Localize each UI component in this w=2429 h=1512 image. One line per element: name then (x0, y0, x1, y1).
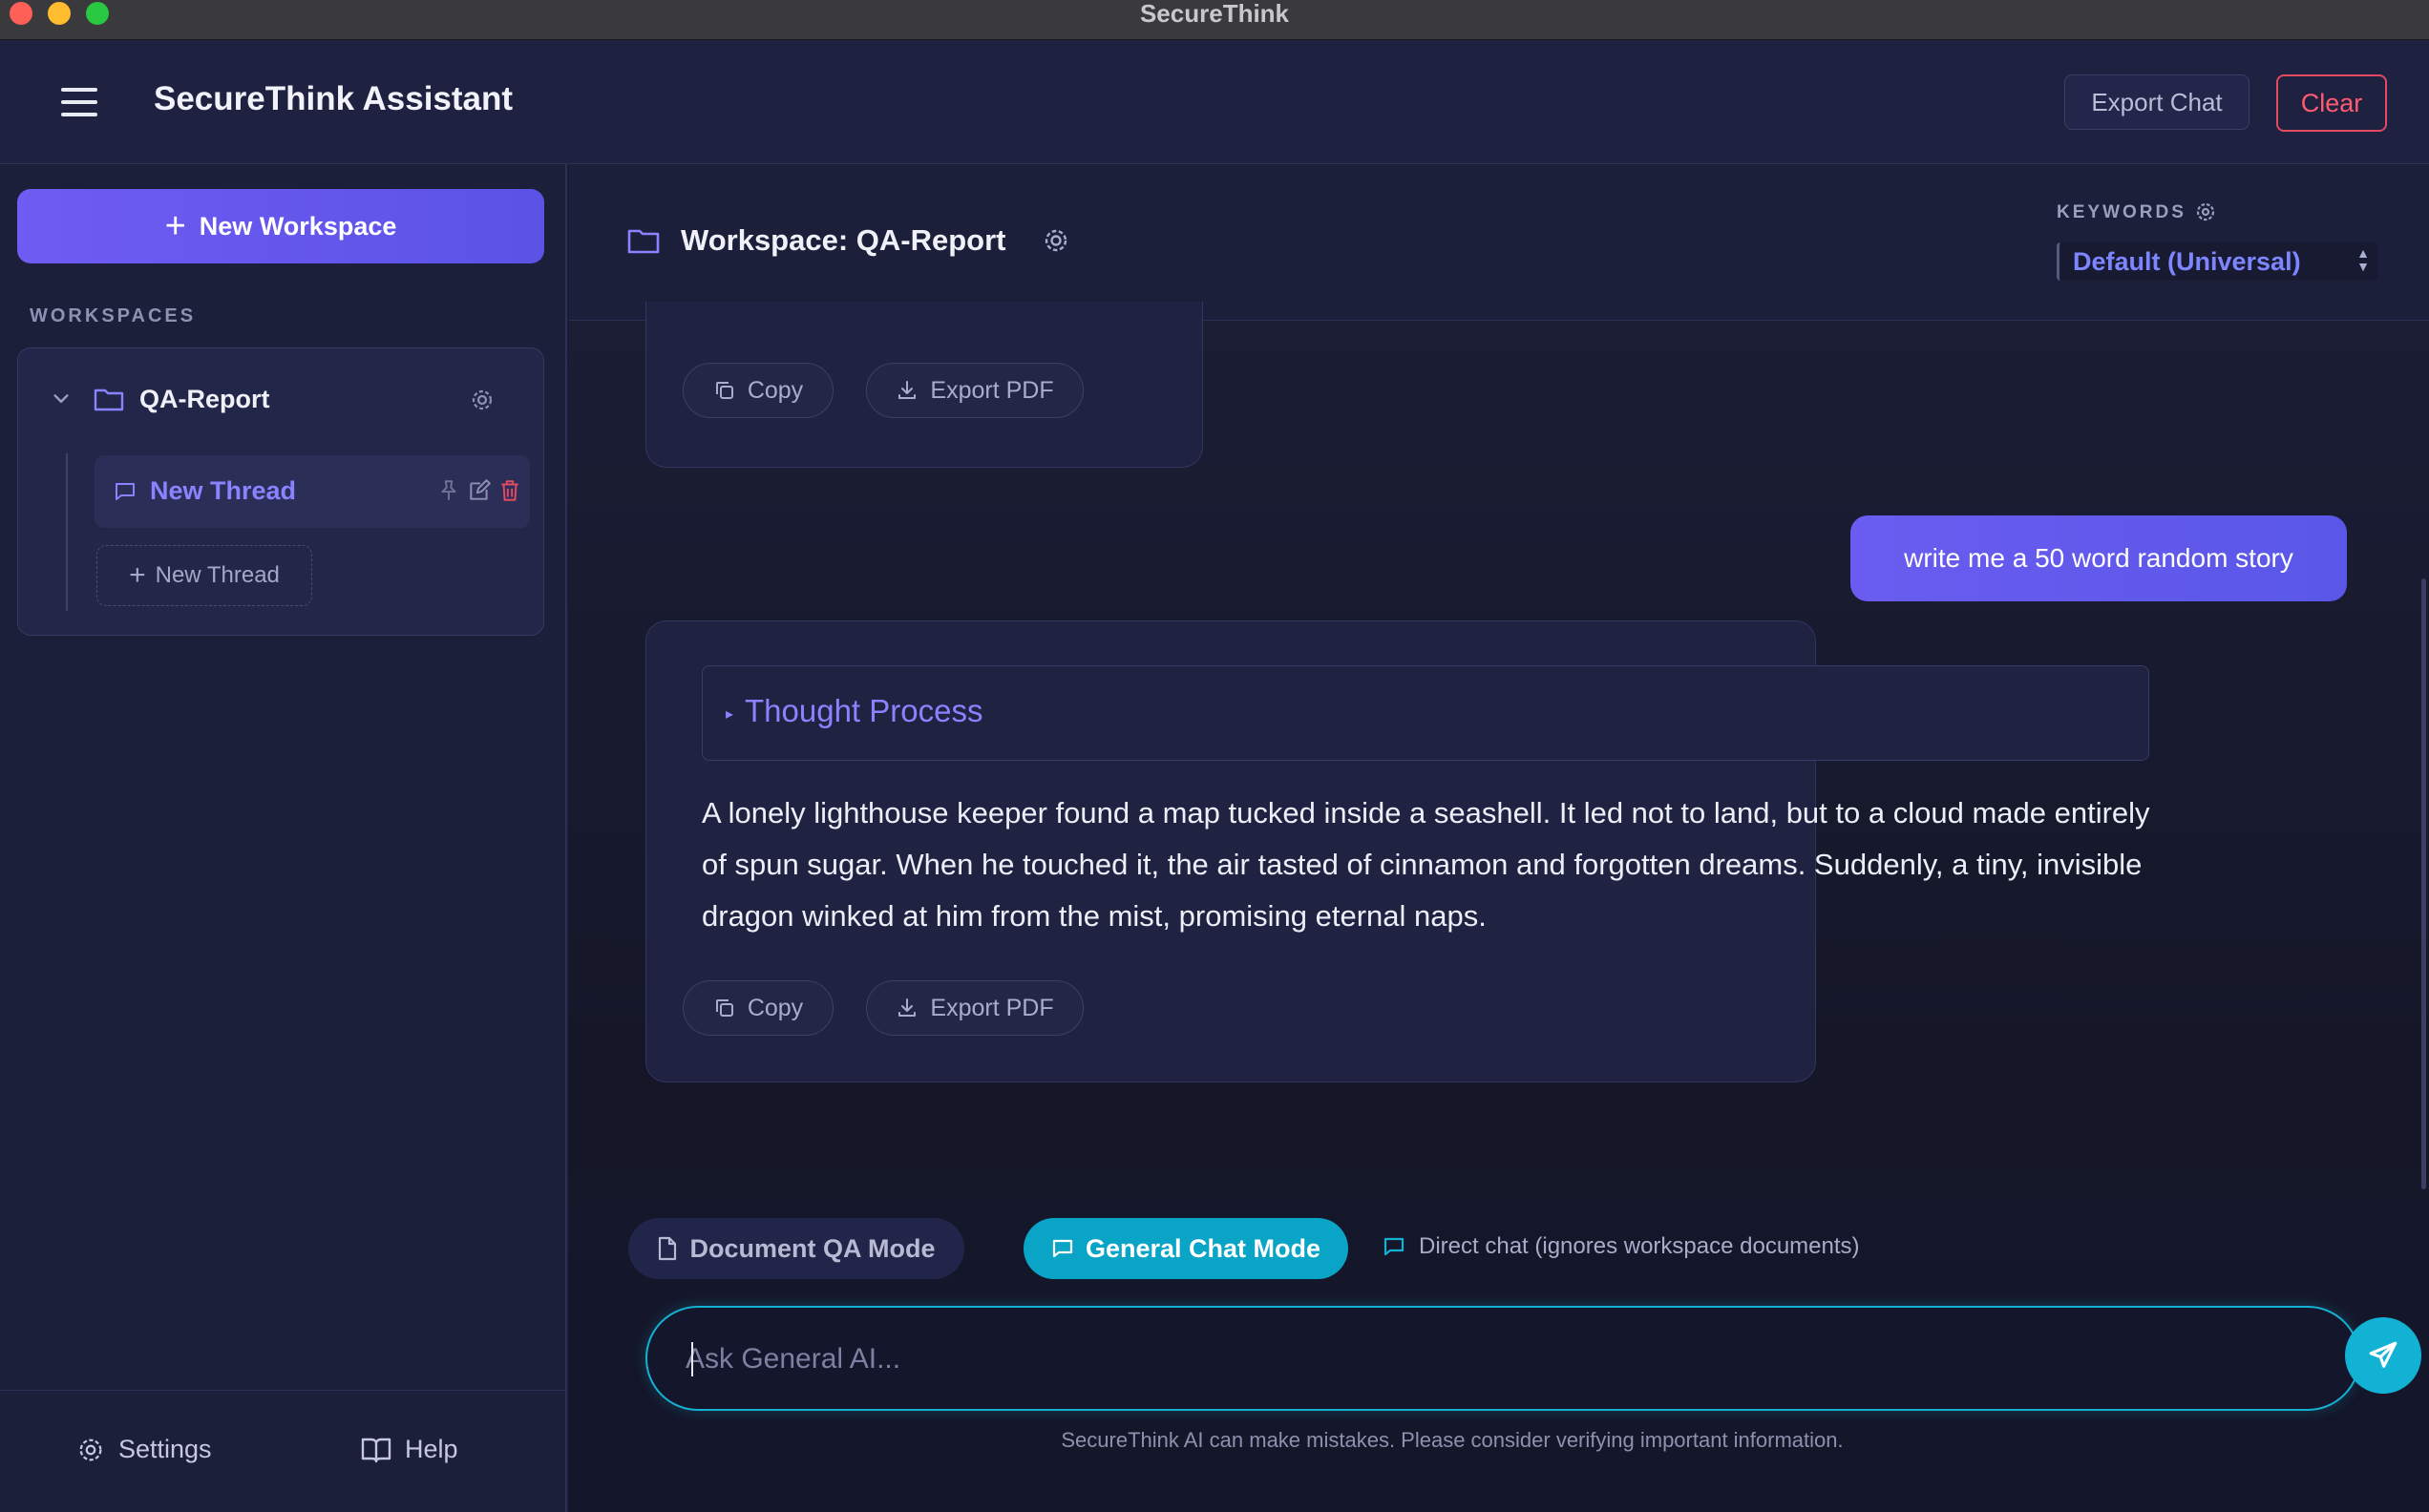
download-icon (898, 998, 917, 1017)
disclaimer: SecureThink AI can make mistakes. Please… (1061, 1428, 1844, 1452)
plus-icon: + (164, 206, 186, 246)
thought-process-toggle[interactable]: ▸ Thought Process (702, 665, 2149, 761)
send-icon (2369, 1341, 2397, 1368)
workspace-settings-icon[interactable] (467, 385, 497, 415)
gear-icon (79, 1438, 102, 1460)
clear-button[interactable]: Clear (2276, 74, 2387, 132)
window-title: SecureThink (1139, 0, 1290, 28)
disclosure-triangle-icon: ▸ (726, 706, 734, 723)
new-workspace-button[interactable]: + New Workspace (17, 189, 544, 263)
settings-button[interactable]: Settings (76, 1435, 212, 1464)
app-title: SecureThink Assistant (154, 80, 514, 117)
trash-icon[interactable] (497, 478, 522, 503)
copy-button[interactable]: Copy (683, 363, 834, 418)
general-chat-mode-button[interactable]: General Chat Mode (1024, 1218, 1348, 1279)
tree-connector (66, 453, 68, 611)
send-button[interactable] (2345, 1317, 2421, 1394)
user-message: write me a 50 word random story (1850, 515, 2347, 601)
workspace-title: Workspace: QA-Report (681, 223, 1006, 257)
export-chat-button[interactable]: Export Chat (2064, 74, 2249, 130)
folder-icon (94, 388, 124, 411)
new-thread-button[interactable]: + New Thread (96, 545, 312, 606)
workspace-row[interactable]: QA-Report (18, 377, 543, 427)
sidebar-footer: Settings Help (0, 1390, 565, 1512)
workspace-name: QA-Report (139, 385, 270, 413)
export-pdf-button[interactable]: Export PDF (866, 980, 1084, 1036)
keywords-label: KEYWORDS (2057, 202, 2186, 222)
new-thread-label: New Thread (155, 562, 280, 588)
workspace-header: Workspace: QA-Report KEYWORDS Default (U… (569, 164, 2429, 321)
chat-input[interactable] (686, 1331, 2232, 1388)
workspace-settings-icon[interactable] (1041, 225, 1071, 256)
thread-name: New Thread (150, 476, 297, 505)
help-button[interactable]: Help (361, 1435, 458, 1464)
select-arrows-icon: ▲ ▼ (2356, 245, 2370, 274)
assistant-message-text: A lonely lighthouse keeper found a map t… (702, 796, 2150, 933)
download-icon (898, 381, 917, 399)
mode-description-text: Direct chat (ignores workspace documents… (1419, 1233, 1860, 1259)
copy-label: Copy (747, 376, 804, 404)
text-caret (691, 1342, 693, 1376)
copy-button[interactable]: Copy (683, 980, 834, 1036)
app-header: SecureThink Assistant Export Chat Clear (0, 40, 2429, 164)
copy-label: Copy (747, 994, 804, 1021)
document-qa-mode-label: Document QA Mode (689, 1233, 936, 1263)
message-icon (1052, 1239, 1073, 1258)
sidebar: + New Workspace WORKSPACES QA-Report New… (0, 164, 567, 1512)
chat-area: Copy Export PDF write me a 50 word rando… (569, 302, 2429, 1512)
mode-description: Direct chat (ignores workspace documents… (1383, 1233, 1860, 1260)
workspaces-heading: WORKSPACES (30, 305, 197, 326)
document-qa-mode-button[interactable]: Document QA Mode (628, 1218, 964, 1279)
book-icon (361, 1438, 391, 1462)
workspace-card: QA-Report New Thread + New Thread (17, 347, 544, 636)
pin-icon[interactable] (436, 478, 461, 503)
assistant-message: Copy Export PDF (645, 302, 1203, 468)
keywords-settings-icon[interactable] (2194, 200, 2217, 223)
message-icon (1383, 1237, 1405, 1256)
folder-icon (627, 229, 660, 254)
export-pdf-label: Export PDF (930, 376, 1054, 404)
thought-process-label: Thought Process (745, 693, 983, 728)
copy-icon (715, 382, 733, 399)
composer (645, 1306, 2421, 1411)
settings-label: Settings (118, 1435, 212, 1463)
edit-icon[interactable] (467, 478, 492, 503)
plus-icon: + (129, 559, 146, 591)
chevron-down-icon[interactable] (51, 388, 72, 410)
help-label: Help (405, 1435, 458, 1463)
assistant-message: ▸ Thought Process A lonely lighthouse ke… (645, 620, 2150, 1082)
menu-icon[interactable] (61, 88, 97, 116)
general-chat-mode-label: General Chat Mode (1085, 1233, 1321, 1263)
chat-scrollbar[interactable] (2421, 578, 2426, 1189)
document-icon (659, 1236, 677, 1261)
copy-icon (715, 999, 733, 1017)
keywords-selected-value: Default (Universal) (2073, 247, 2301, 276)
export-pdf-button[interactable]: Export PDF (866, 363, 1084, 418)
new-workspace-label: New Workspace (199, 211, 397, 241)
message-icon (116, 483, 135, 500)
window-titlebar: SecureThink (0, 0, 2429, 40)
thread-item[interactable]: New Thread (95, 455, 530, 528)
export-pdf-label: Export PDF (930, 994, 1054, 1021)
keywords-select[interactable]: Default (Universal) ▲ ▼ (2057, 242, 2377, 281)
